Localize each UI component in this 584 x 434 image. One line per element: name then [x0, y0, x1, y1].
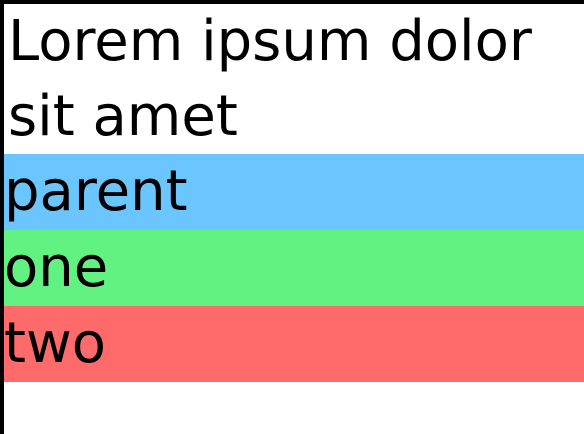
page-frame: Lorem ipsum dolor sit amet parent one tw…	[0, 0, 584, 434]
parent-block: parent	[4, 154, 584, 230]
intro-paragraph: Lorem ipsum dolor sit amet	[8, 9, 532, 149]
child-block-two: two	[4, 306, 584, 382]
child-block-one: one	[4, 230, 584, 306]
